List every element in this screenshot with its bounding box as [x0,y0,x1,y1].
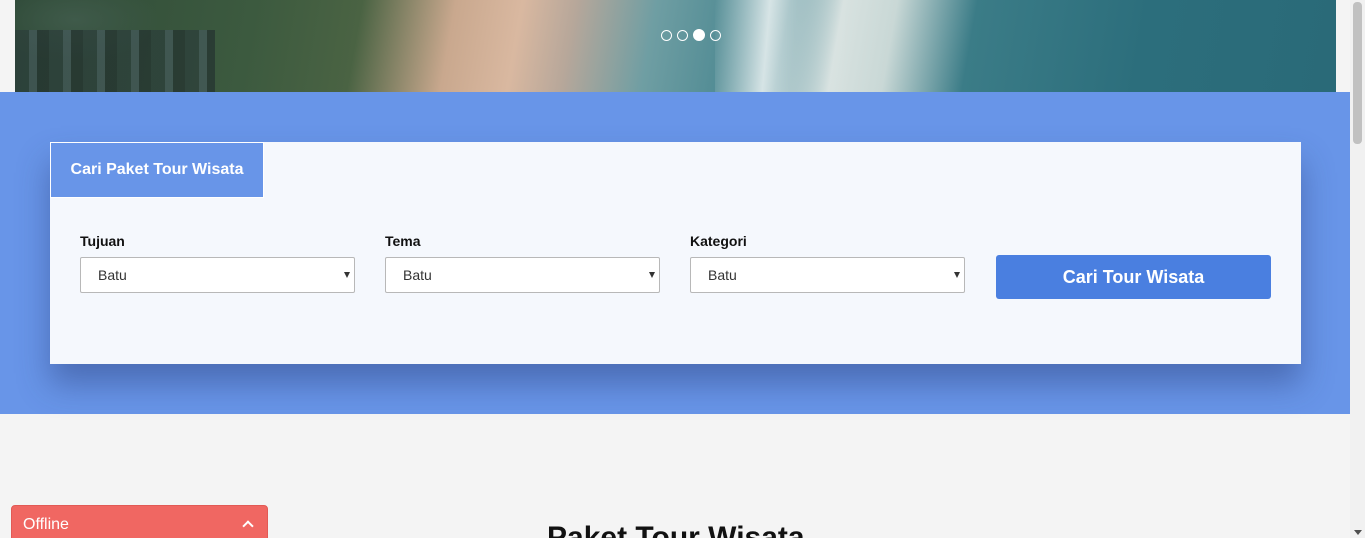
kategori-label: Kategori [690,233,747,249]
hero-image-surf [715,0,845,92]
tujuan-value: Batu [98,267,127,283]
kategori-field: Kategori Batu [690,233,965,293]
carousel-dot-3-active[interactable] [693,29,705,41]
section-title: Paket Tour Wisata [547,521,805,538]
chevron-up-icon [242,520,254,532]
chat-status-label: Offline [23,516,69,533]
scrollbar-thumb[interactable] [1353,2,1362,144]
tema-value: Batu [403,267,432,283]
hero-image-buildings [15,30,215,92]
kategori-value: Batu [708,267,737,283]
chat-widget-offline[interactable]: Offline [11,505,268,538]
tema-field: Tema Batu [385,233,660,293]
carousel-dot-4[interactable] [710,29,721,41]
chevron-down-icon [344,272,350,278]
tema-label: Tema [385,233,421,249]
tujuan-select[interactable]: Batu [80,257,355,293]
search-card: Cari Paket Tour Wisata Tujuan Batu Tema … [50,142,1301,364]
hero-carousel [15,0,1336,92]
tema-select[interactable]: Batu [385,257,660,293]
carousel-dot-1[interactable] [661,29,672,41]
chevron-down-icon [954,272,960,278]
carousel-dot-2[interactable] [677,29,688,41]
tujuan-field: Tujuan Batu [80,233,355,293]
search-tab[interactable]: Cari Paket Tour Wisata [50,142,264,198]
carousel-indicators [661,29,721,41]
page-scrollbar[interactable] [1350,0,1365,538]
cari-tour-button[interactable]: Cari Tour Wisata [996,255,1271,299]
scroll-down-arrow-icon[interactable] [1354,530,1362,535]
kategori-select[interactable]: Batu [690,257,965,293]
search-tab-label: Cari Paket Tour Wisata [70,161,244,178]
chevron-down-icon [649,272,655,278]
tujuan-label: Tujuan [80,233,125,249]
